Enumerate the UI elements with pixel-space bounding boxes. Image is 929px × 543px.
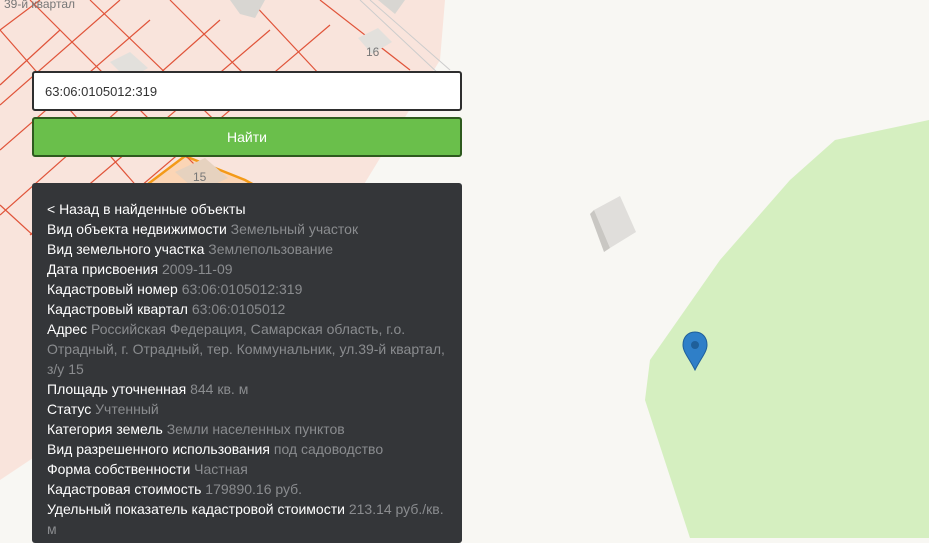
- property-row: Вид разрешенного использования под садов…: [47, 439, 447, 459]
- property-label: Кадастровая стоимость: [47, 481, 202, 497]
- plot-label: 16: [366, 45, 380, 59]
- property-value: под садоводство: [273, 441, 384, 457]
- property-value: Земельный участок: [230, 221, 359, 237]
- property-row: Кадастровая стоимость 179890.16 руб.: [47, 479, 447, 499]
- property-row: Вид земельного участка Землепользование: [47, 239, 447, 259]
- property-row: Категория земель Земли населенных пункто…: [47, 419, 447, 439]
- plot-label: 15: [193, 170, 207, 184]
- park-area: [645, 120, 929, 538]
- find-button[interactable]: Найти: [32, 117, 462, 157]
- property-row: Дата присвоения 2009-11-09: [47, 259, 447, 279]
- property-value: Учтенный: [95, 401, 159, 417]
- property-row: Удельный показатель кадастровой стоимост…: [47, 499, 447, 539]
- property-row: Форма собственности Частная: [47, 459, 447, 479]
- property-label: Статус: [47, 401, 92, 417]
- property-row: Кадастровый квартал 63:06:0105012: [47, 299, 447, 319]
- property-value: Землепользование: [208, 241, 334, 257]
- back-to-results-link[interactable]: < Назад в найденные объекты: [47, 199, 447, 219]
- property-label: Вид объекта недвижимости: [47, 221, 227, 237]
- property-row: Кадастровый номер 63:06:0105012:319: [47, 279, 447, 299]
- property-value: 2009-11-09: [161, 261, 233, 277]
- object-info-panel: < Назад в найденные объекты Вид объекта …: [32, 183, 462, 543]
- property-value: 844 кв. м: [190, 381, 249, 397]
- property-label: Форма собственности: [47, 461, 191, 477]
- property-label: Дата присвоения: [47, 261, 159, 277]
- property-value: Земли населенных пунктов: [166, 421, 345, 437]
- property-label: Категория земель: [47, 421, 163, 437]
- property-label: Площадь уточненная: [47, 381, 187, 397]
- property-label: Вид разрешенного использования: [47, 441, 270, 457]
- property-label: Адрес: [47, 321, 88, 337]
- property-value: 63:06:0105012: [191, 301, 286, 317]
- property-label: Кадастровый номер: [47, 281, 178, 297]
- object-properties: Вид объекта недвижимости Земельный участ…: [47, 219, 447, 539]
- property-label: Удельный показатель кадастровой стоимост…: [47, 501, 345, 517]
- property-label: Вид земельного участка: [47, 241, 205, 257]
- cadastral-search-input[interactable]: [32, 71, 462, 111]
- property-row: Статус Учтенный: [47, 399, 447, 419]
- search-box: [32, 71, 462, 111]
- property-value: Частная: [194, 461, 248, 477]
- property-value: 179890.16 руб.: [205, 481, 303, 497]
- quarter-label: 39-й квартал: [4, 0, 75, 11]
- property-value: 63:06:0105012:319: [181, 281, 303, 297]
- property-row: Вид объекта недвижимости Земельный участ…: [47, 219, 447, 239]
- property-value: Российская Федерация, Самарская область,…: [47, 321, 445, 377]
- property-row: Адрес Российская Федерация, Самарская об…: [47, 319, 447, 379]
- property-row: Площадь уточненная 844 кв. м: [47, 379, 447, 399]
- property-label: Кадастровый квартал: [47, 301, 188, 317]
